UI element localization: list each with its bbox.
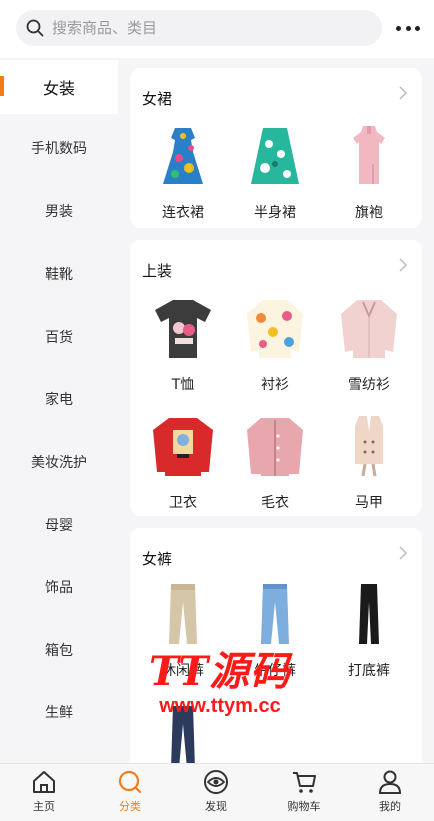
section-title: 上装 bbox=[142, 262, 173, 280]
category-content: 女裙 连衣裙 半身裙 旗袍 上装 T恤 衬衫 雪纺衫 卫衣 毛衣 马甲 女裤 休… bbox=[118, 58, 434, 763]
sidebar-item-label: 饰品 bbox=[45, 580, 73, 596]
qipao-icon bbox=[353, 126, 385, 184]
tab-label: 发现 bbox=[205, 800, 227, 813]
category-item-label: 衬衫 bbox=[261, 377, 289, 393]
search-input[interactable] bbox=[52, 19, 352, 37]
category-item[interactable]: 旗袍 bbox=[324, 124, 414, 222]
sidebar-item-digital[interactable]: 手机数码 bbox=[0, 123, 118, 173]
chevron-right-icon[interactable] bbox=[396, 84, 410, 102]
search-icon bbox=[26, 19, 44, 37]
category-item-label: 休闲裤 bbox=[162, 663, 204, 679]
tab-label: 购物车 bbox=[287, 800, 321, 813]
category-item[interactable]: 卫衣 bbox=[138, 414, 228, 512]
dot-icon bbox=[396, 25, 401, 31]
profile-icon bbox=[378, 770, 402, 794]
section-title: 女裤 bbox=[142, 550, 173, 568]
category-search-icon bbox=[118, 770, 142, 794]
category-item-label: 打底裤 bbox=[348, 663, 390, 679]
bottom-tab-bar: 主页 分类 发现 购物车 我的 bbox=[0, 763, 434, 821]
home-icon bbox=[33, 771, 55, 793]
sidebar-item-women[interactable]: 女装 bbox=[0, 60, 118, 114]
category-item[interactable]: 牛仔裤 bbox=[230, 582, 320, 680]
dot-icon bbox=[415, 25, 420, 31]
category-item[interactable] bbox=[138, 704, 228, 763]
sidebar-item-label: 箱包 bbox=[45, 643, 73, 659]
tab-label: 我的 bbox=[379, 800, 401, 813]
category-item[interactable]: 半身裙 bbox=[230, 124, 320, 222]
leggings-icon bbox=[359, 584, 379, 644]
category-item[interactable]: 衬衫 bbox=[230, 296, 320, 394]
sidebar-item-shoes[interactable]: 鞋靴 bbox=[0, 249, 118, 299]
tab-discover[interactable]: 发现 bbox=[176, 770, 256, 814]
dot-icon bbox=[405, 25, 411, 31]
sidebar-item-label: 手机数码 bbox=[31, 141, 87, 157]
category-item[interactable]: 马甲 bbox=[324, 414, 414, 512]
tshirt-icon bbox=[155, 300, 211, 358]
category-item[interactable]: 雪纺衫 bbox=[324, 296, 414, 394]
sidebar-item-appliances[interactable]: 家电 bbox=[0, 374, 118, 424]
vest-icon bbox=[355, 416, 383, 477]
tab-category[interactable]: 分类 bbox=[90, 770, 170, 814]
sidebar-item-label: 母婴 bbox=[45, 518, 73, 534]
tab-profile[interactable]: 我的 bbox=[350, 770, 430, 814]
trousers-icon bbox=[171, 706, 195, 763]
sidebar-item-general[interactable]: 百货 bbox=[0, 312, 118, 362]
sidebar-item-label: 家电 bbox=[45, 392, 73, 408]
sidebar-item-label: 女装 bbox=[42, 79, 75, 98]
tab-label: 主页 bbox=[33, 800, 55, 813]
category-item-label: 牛仔裤 bbox=[254, 663, 296, 679]
section-card-tops: 上装 T恤 衬衫 雪纺衫 卫衣 毛衣 马甲 bbox=[130, 240, 422, 516]
chiffon-blouse-icon bbox=[341, 300, 397, 358]
tab-label: 分类 bbox=[119, 800, 141, 813]
category-item[interactable]: 连衣裙 bbox=[138, 124, 228, 222]
sidebar-item-label: 鞋靴 bbox=[45, 267, 73, 283]
section-card-pants: 女裤 休闲裤 牛仔裤 打底裤 bbox=[130, 528, 422, 763]
category-item-label: 毛衣 bbox=[261, 495, 289, 511]
eye-icon bbox=[204, 770, 228, 794]
sidebar-item-beauty[interactable]: 美妆洗护 bbox=[0, 437, 118, 487]
category-item[interactable]: 打底裤 bbox=[324, 582, 414, 680]
skirt-icon bbox=[251, 128, 299, 184]
tab-cart[interactable]: 购物车 bbox=[264, 770, 344, 814]
casual-pants-icon bbox=[169, 584, 197, 644]
category-item[interactable]: 休闲裤 bbox=[138, 582, 228, 680]
header bbox=[0, 0, 434, 58]
more-menu-button[interactable] bbox=[396, 18, 420, 38]
chevron-right-icon[interactable] bbox=[396, 256, 410, 274]
sweatshirt-icon bbox=[153, 418, 213, 476]
chevron-right-icon[interactable] bbox=[396, 544, 410, 562]
category-item-label: 半身裙 bbox=[254, 205, 296, 221]
sidebar-item-bags[interactable]: 箱包 bbox=[0, 625, 118, 675]
sidebar-item-label: 百货 bbox=[45, 330, 73, 346]
sidebar-item-men[interactable]: 男装 bbox=[0, 186, 118, 236]
search-bar[interactable] bbox=[16, 10, 382, 46]
sidebar-item-label: 男装 bbox=[45, 204, 73, 220]
category-sidebar: 女装 手机数码 男装 鞋靴 百货 家电 美妆洗护 母婴 饰品 箱包 生鲜 bbox=[0, 58, 118, 763]
sidebar-item-label: 生鲜 bbox=[45, 705, 73, 721]
section-card-skirts: 女裙 连衣裙 半身裙 旗袍 bbox=[130, 68, 422, 228]
category-item-label: 卫衣 bbox=[169, 495, 197, 511]
cart-icon bbox=[293, 772, 316, 793]
category-item-label: 连衣裙 bbox=[162, 205, 204, 221]
category-item[interactable]: 毛衣 bbox=[230, 414, 320, 512]
category-item-label: 马甲 bbox=[355, 495, 383, 511]
cardigan-icon bbox=[247, 418, 303, 476]
sidebar-item-baby[interactable]: 母婴 bbox=[0, 500, 118, 550]
section-title: 女裙 bbox=[142, 90, 173, 108]
tab-home[interactable]: 主页 bbox=[4, 770, 84, 814]
category-item-label: 雪纺衫 bbox=[348, 377, 390, 393]
sidebar-item-accessories[interactable]: 饰品 bbox=[0, 562, 118, 612]
jeans-icon bbox=[261, 584, 289, 644]
category-item-label: 旗袍 bbox=[355, 205, 383, 221]
shirt-icon bbox=[247, 300, 303, 358]
floral-dress-icon bbox=[163, 128, 203, 184]
sidebar-item-label: 美妆洗护 bbox=[31, 455, 87, 471]
category-item[interactable]: T恤 bbox=[138, 296, 228, 394]
category-item-label: T恤 bbox=[171, 377, 195, 393]
sidebar-item-fresh[interactable]: 生鲜 bbox=[0, 687, 118, 737]
